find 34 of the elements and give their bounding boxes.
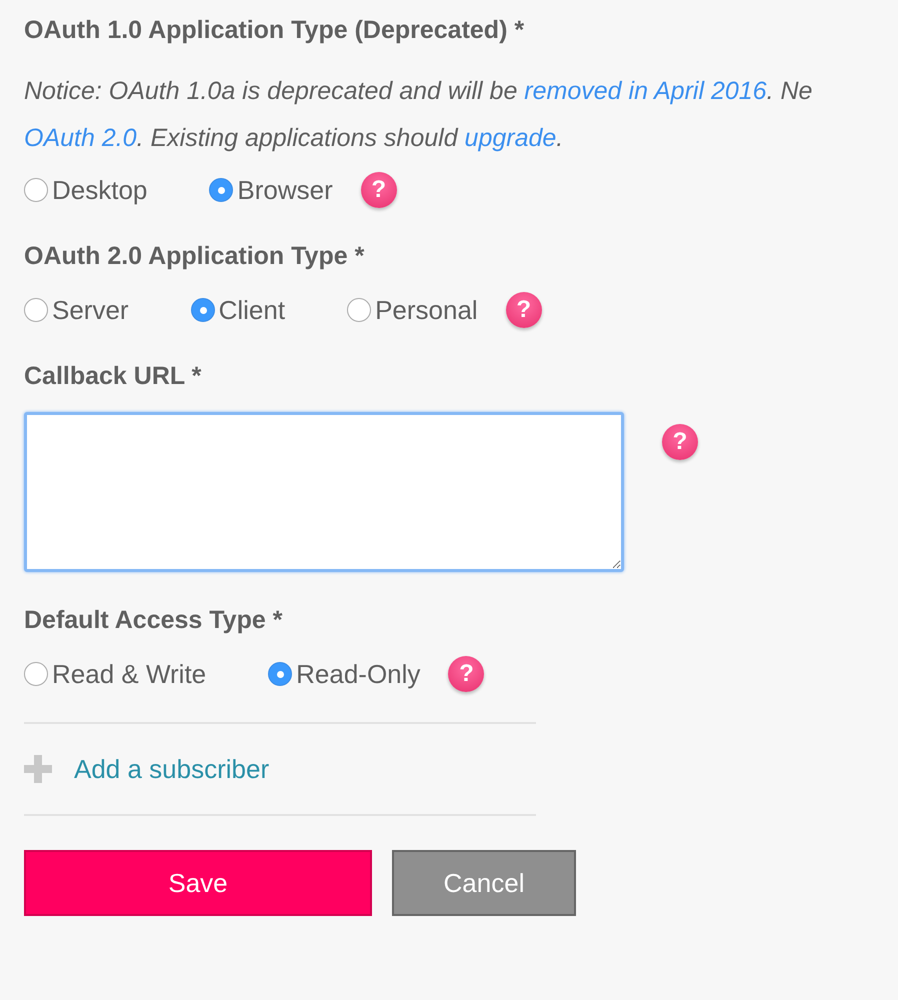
radio-label[interactable]: Desktop [52, 174, 148, 206]
radio-label[interactable]: Read-Only [296, 658, 420, 690]
help-icon[interactable]: ? [662, 424, 698, 460]
plus-icon[interactable] [24, 755, 52, 783]
radio-button[interactable] [24, 662, 48, 686]
add-subscriber-link[interactable]: Add a subscriber [74, 754, 270, 784]
field-label: Callback URL * [24, 361, 202, 392]
radio-label[interactable]: Browser [237, 174, 333, 206]
notice-link[interactable]: removed in April 2016 [524, 77, 767, 105]
radio-label[interactable]: Server [52, 294, 129, 326]
help-icon[interactable]: ? [360, 172, 397, 208]
radio-button[interactable] [24, 298, 48, 322]
radio-button[interactable] [268, 662, 292, 686]
callback-url-field[interactable] [24, 412, 624, 572]
notice-link[interactable]: OAuth 2.0 [24, 124, 137, 152]
radio-button[interactable] [209, 178, 234, 202]
field-label: OAuth 2.0 Application Type * [24, 241, 366, 272]
notice-link[interactable]: upgrade [464, 124, 556, 152]
radio-label[interactable]: Personal [375, 294, 478, 326]
radio-label[interactable]: Client [218, 294, 286, 326]
notice-text: . Ne [766, 77, 812, 105]
radio-button[interactable] [347, 298, 372, 322]
help-icon[interactable]: ? [506, 292, 542, 328]
notice-text: . [556, 124, 564, 152]
radio-label[interactable]: Read & Write [52, 658, 206, 690]
help-icon[interactable]: ? [448, 656, 484, 692]
cancel-button[interactable]: Cancel [392, 850, 576, 916]
notice-text: Notice: OAuth 1.0a is deprecated and will be [24, 77, 518, 105]
field-label: Default Access Type * [24, 605, 284, 636]
radio-button[interactable] [24, 178, 48, 202]
save-button[interactable]: Save [24, 850, 372, 916]
field-label: OAuth 1.0 Application Type (Deprecated) * [24, 15, 526, 46]
radio-button[interactable] [190, 298, 215, 322]
notice-text: . Existing applications should [136, 124, 460, 152]
